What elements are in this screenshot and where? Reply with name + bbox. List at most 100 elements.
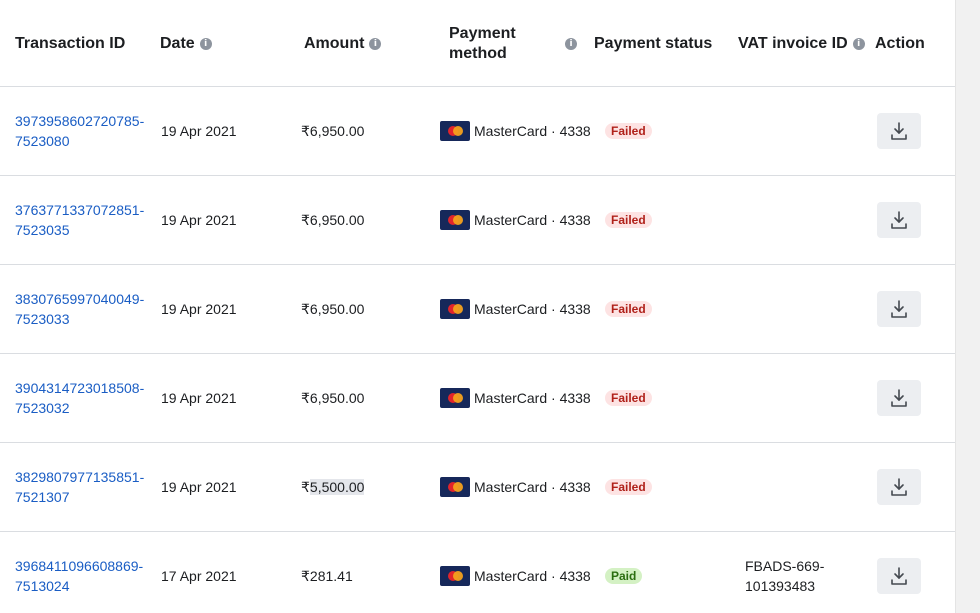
- payment-status-cell: Failed: [605, 176, 652, 264]
- date-cell: 19 Apr 2021: [161, 479, 237, 495]
- payment-status-cell: Failed: [605, 354, 652, 442]
- status-badge: Failed: [605, 479, 652, 495]
- download-button[interactable]: [877, 469, 921, 505]
- date-cell: 17 Apr 2021: [161, 568, 237, 584]
- header-action: Action: [875, 0, 925, 87]
- transaction-id-cell: 3973958602720785- 7523080: [15, 87, 155, 175]
- header-transaction-id-label: Transaction ID: [15, 34, 126, 52]
- table-row: 3904314723018508- 7523032 19 Apr 2021 ₹6…: [0, 354, 955, 443]
- header-amount[interactable]: Amount i: [304, 0, 382, 87]
- mastercard-icon: [440, 121, 470, 141]
- download-icon: [891, 300, 907, 318]
- amount-selected-text: 5,500.00: [309, 479, 365, 495]
- payment-method-label: MasterCard · 4338: [474, 123, 591, 139]
- header-payment-status-label: Payment status: [594, 34, 713, 52]
- transaction-id-part1: 3830765997040049-: [15, 291, 145, 307]
- download-button[interactable]: [877, 558, 921, 594]
- vat-invoice-id-part2: 101393483: [745, 578, 816, 594]
- payment-method-label: MasterCard · 4338: [474, 479, 591, 495]
- status-badge: Paid: [605, 568, 643, 584]
- download-icon: [891, 389, 907, 407]
- action-cell: [877, 443, 921, 531]
- transaction-id-part1: 3904314723018508-: [15, 380, 145, 396]
- status-badge: Failed: [605, 123, 652, 139]
- payment-status-cell: Paid: [605, 532, 643, 613]
- payment-method-cell: MasterCard · 4338: [440, 532, 591, 613]
- transaction-id-part2: 7523080: [15, 133, 70, 149]
- header-date[interactable]: Date i: [160, 0, 212, 87]
- amount-cell: ₹6,950.00: [301, 389, 365, 406]
- payment-status-cell: Failed: [605, 265, 652, 353]
- info-icon[interactable]: i: [565, 37, 577, 50]
- vertical-scrollbar[interactable]: [955, 0, 980, 613]
- download-button[interactable]: [877, 113, 921, 149]
- payment-status-cell: Failed: [605, 443, 652, 531]
- table-row: 3829807977135851- 7521307 19 Apr 2021 ₹5…: [0, 443, 955, 532]
- action-cell: [877, 354, 921, 442]
- payment-method-label: MasterCard · 4338: [474, 568, 591, 584]
- transaction-id-part2: 7523032: [15, 400, 70, 416]
- action-cell: [877, 87, 921, 175]
- amount-cell: ₹6,950.00: [301, 122, 365, 139]
- transaction-id-link[interactable]: 3904314723018508- 7523032: [15, 378, 155, 418]
- payment-method-label: MasterCard · 4338: [474, 301, 591, 317]
- transaction-id-link[interactable]: 3830765997040049- 7523033: [15, 289, 155, 329]
- info-icon[interactable]: i: [199, 37, 212, 50]
- download-button[interactable]: [877, 202, 921, 238]
- download-icon: [891, 211, 907, 229]
- download-icon: [891, 122, 907, 140]
- header-transaction-id[interactable]: Transaction ID: [15, 0, 125, 87]
- payment-method-cell: MasterCard · 4338: [440, 354, 591, 442]
- transaction-id-cell: 3830765997040049- 7523033: [15, 265, 155, 353]
- download-button[interactable]: [877, 291, 921, 327]
- payment-method-label: MasterCard · 4338: [474, 390, 591, 406]
- table-row: 3968411096608869- 7513024 17 Apr 2021 ₹2…: [0, 532, 955, 613]
- transaction-id-link[interactable]: 3763771337072851- 7523035: [15, 200, 155, 240]
- mastercard-icon: [440, 388, 470, 408]
- mastercard-icon: [440, 566, 470, 586]
- header-payment-method-info[interactable]: i: [560, 0, 577, 87]
- header-date-label: Date: [160, 34, 195, 52]
- table-header: Transaction ID Date i Amount i Payment m…: [0, 0, 955, 87]
- amount-cell: ₹6,950.00: [301, 300, 365, 317]
- header-action-label: Action: [875, 34, 925, 52]
- info-icon[interactable]: i: [369, 37, 382, 50]
- transaction-id-part1: 3973958602720785-: [15, 113, 145, 129]
- header-payment-method-line1: Payment: [449, 24, 516, 42]
- info-icon[interactable]: i: [852, 37, 865, 50]
- transactions-table: Transaction ID Date i Amount i Payment m…: [0, 0, 955, 613]
- download-button[interactable]: [877, 380, 921, 416]
- transaction-id-link[interactable]: 3973958602720785- 7523080: [15, 111, 155, 151]
- vat-invoice-id-part1: FBADS-669-: [745, 558, 825, 574]
- payment-status-cell: Failed: [605, 87, 652, 175]
- status-badge: Failed: [605, 390, 652, 406]
- payment-method-cell: MasterCard · 4338: [440, 265, 591, 353]
- amount-cell: ₹6,950.00: [301, 211, 365, 228]
- header-payment-method[interactable]: Payment method: [449, 0, 516, 87]
- date-cell: 19 Apr 2021: [161, 123, 237, 139]
- action-cell: [877, 265, 921, 353]
- transaction-id-part2: 7521307: [15, 489, 70, 505]
- action-cell: [877, 532, 921, 613]
- payment-method-cell: MasterCard · 4338: [440, 87, 591, 175]
- transaction-id-cell: 3968411096608869- 7513024: [15, 532, 155, 613]
- transaction-id-link[interactable]: 3968411096608869- 7513024: [15, 556, 155, 596]
- header-vat-invoice-id[interactable]: VAT invoice ID i: [738, 0, 865, 87]
- transaction-id-cell: 3829807977135851- 7521307: [15, 443, 155, 531]
- transaction-id-link[interactable]: 3829807977135851- 7521307: [15, 467, 155, 507]
- table-row: 3973958602720785- 7523080 19 Apr 2021 ₹6…: [0, 87, 955, 176]
- vat-invoice-id-cell: FBADS-669- 101393483: [745, 532, 855, 613]
- transaction-id-cell: 3763771337072851- 7523035: [15, 176, 155, 264]
- header-payment-status[interactable]: Payment status: [594, 0, 712, 87]
- payment-method-cell: MasterCard · 4338: [440, 443, 591, 531]
- date-cell: 19 Apr 2021: [161, 390, 237, 406]
- mastercard-icon: [440, 210, 470, 230]
- amount-cell: ₹5,500.00: [301, 443, 365, 531]
- payment-method-cell: MasterCard · 4338: [440, 176, 591, 264]
- transaction-id-part1: 3829807977135851-: [15, 469, 145, 485]
- transaction-id-cell: 3904314723018508- 7523032: [15, 354, 155, 442]
- header-vat-invoice-id-label: VAT invoice ID: [738, 34, 848, 52]
- transaction-id-part2: 7523033: [15, 311, 70, 327]
- header-payment-method-line2: method: [449, 44, 507, 62]
- table-row: 3830765997040049- 7523033 19 Apr 2021 ₹6…: [0, 265, 955, 354]
